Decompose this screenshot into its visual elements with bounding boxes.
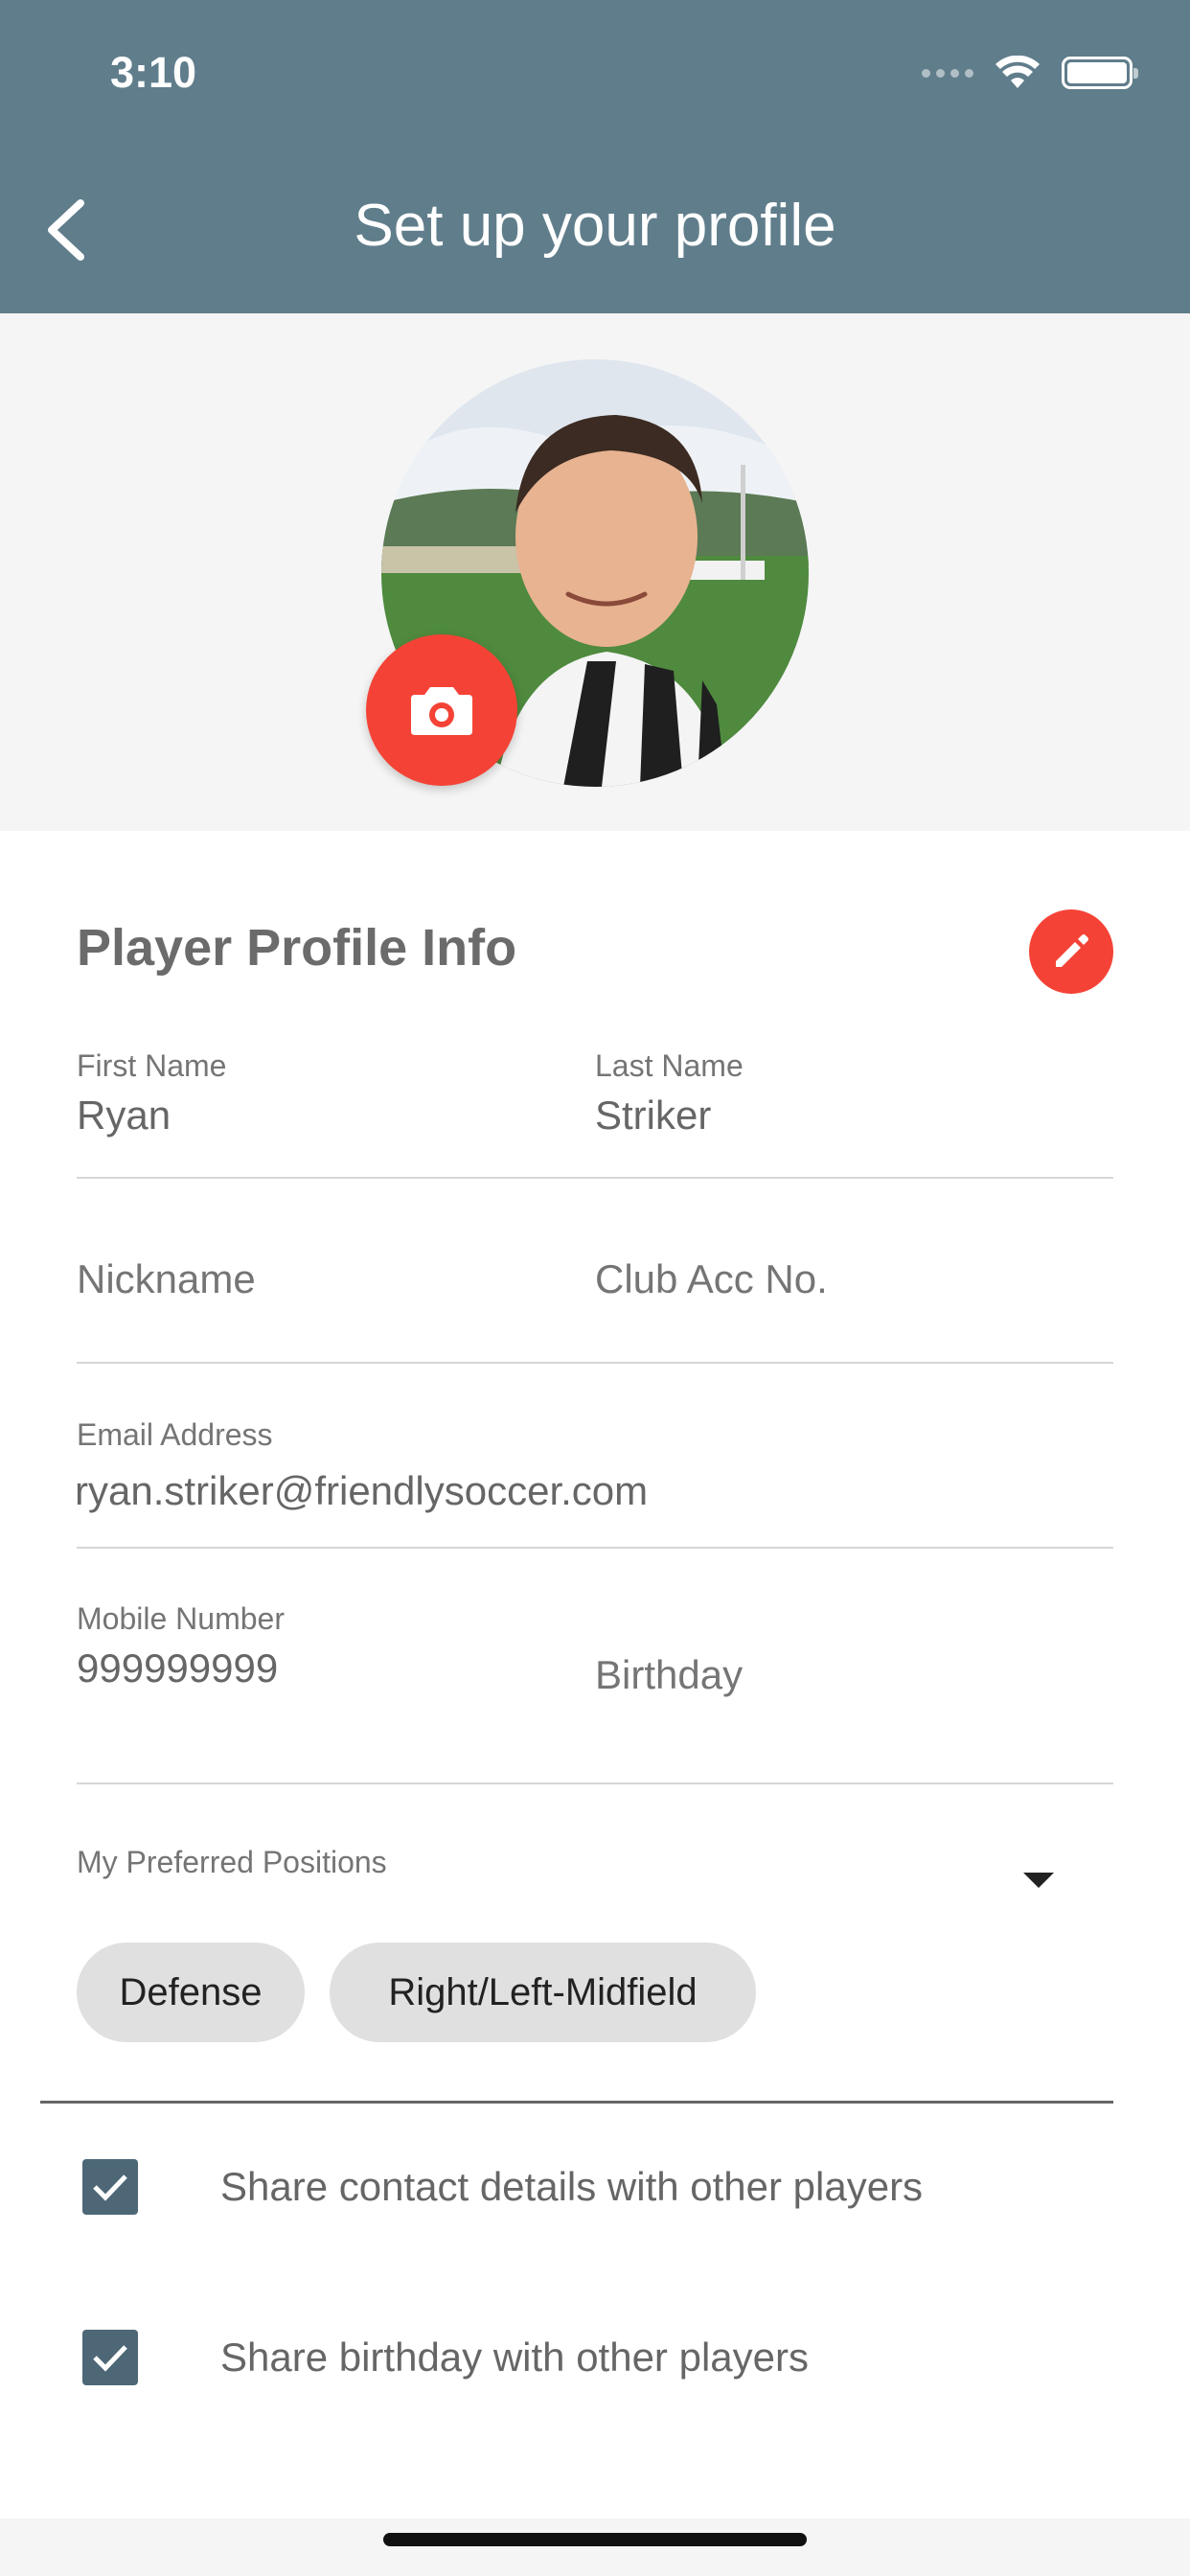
app-header: 3:10 Set up your profile [0, 0, 1190, 313]
nickname-field[interactable]: Nickname [77, 1256, 256, 1302]
mobile-label: Mobile Number [77, 1601, 285, 1636]
last-name-field[interactable]: Striker [595, 1092, 711, 1138]
section-title: Player Profile Info [77, 919, 517, 977]
profile-photo-section [0, 313, 1190, 831]
divider [77, 1547, 1113, 1549]
bottom-safe-area [0, 2518, 1190, 2576]
status-time: 3:10 [110, 48, 197, 97]
camera-icon [411, 687, 472, 735]
position-chip[interactable]: Defense [77, 1943, 305, 2042]
birthday-field[interactable]: Birthday [595, 1652, 743, 1698]
email-field[interactable]: ryan.striker@friendlysoccer.com [75, 1468, 648, 1514]
share-contact-label: Share contact details with other players [220, 2164, 924, 2209]
edit-profile-button[interactable] [1029, 909, 1113, 994]
page-title: Set up your profile [354, 193, 836, 259]
divider [77, 1362, 1113, 1364]
share-contact-checkbox[interactable] [82, 2159, 138, 2215]
change-photo-button[interactable] [366, 634, 517, 786]
wifi-icon [995, 56, 1040, 88]
mobile-field[interactable]: 999999999 [77, 1645, 278, 1691]
share-birthday-checkbox[interactable] [82, 2330, 138, 2385]
email-label: Email Address [77, 1417, 273, 1452]
checkmark-icon [93, 2174, 127, 2201]
divider [77, 1177, 1113, 1179]
battery-icon [1062, 57, 1138, 89]
home-indicator[interactable] [383, 2533, 807, 2546]
signal-icon [922, 68, 973, 78]
divider [77, 1782, 1113, 1784]
checkmark-icon [93, 2345, 127, 2372]
dropdown-arrow-icon[interactable] [1023, 1873, 1054, 1888]
first-name-label: First Name [77, 1048, 227, 1083]
positions-label: My Preferred Positions [77, 1845, 387, 1879]
status-icons [922, 56, 1138, 90]
position-chip[interactable]: Right/Left-Midfield [330, 1943, 756, 2042]
club-acc-field[interactable]: Club Acc No. [595, 1256, 828, 1302]
share-birthday-label: Share birthday with other players [220, 2334, 809, 2380]
positions-underline [40, 2101, 1113, 2104]
first-name-field[interactable]: Ryan [77, 1092, 171, 1138]
pencil-icon [1056, 934, 1088, 967]
last-name-label: Last Name [595, 1048, 744, 1083]
